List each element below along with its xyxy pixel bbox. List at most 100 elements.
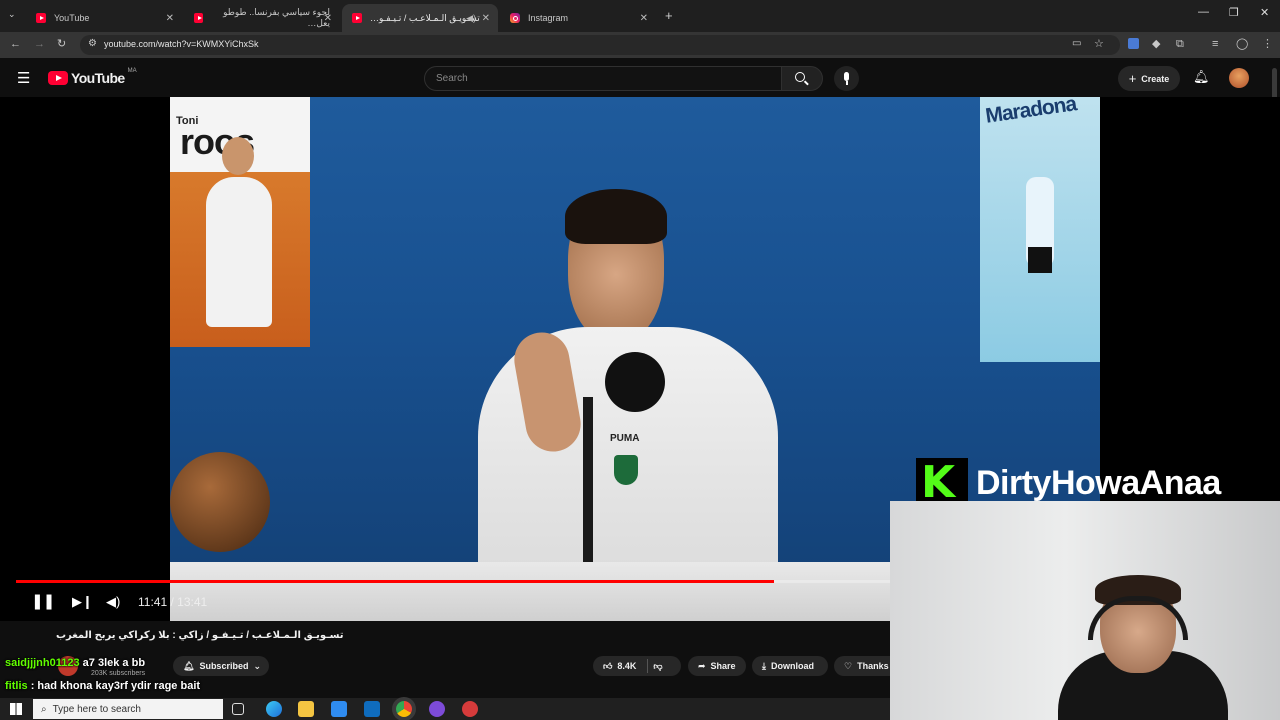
profile-icon[interactable]: ◯ (1236, 37, 1248, 51)
reload-icon[interactable]: ↻ (57, 37, 66, 51)
speaker-icon[interactable]: ◀) (466, 13, 476, 24)
edge-icon[interactable] (266, 701, 282, 717)
close-tab-icon[interactable]: ✕ (482, 13, 490, 24)
browser-tab-strip: ⌄ YouTube ✕ لجوء سياسي بفرنسا.. طوطو يعل… (0, 0, 1280, 32)
search-icon: ⌕ (41, 703, 47, 715)
search-button[interactable] (781, 66, 823, 91)
pause-icon[interactable]: ❚❚ (31, 592, 55, 610)
search-placeholder: Search (436, 73, 468, 84)
video-progress-bar[interactable] (16, 580, 890, 583)
video-controls: ❚❚ ▶❙ ◀) 11:41 / 13:41 (0, 588, 890, 618)
back-icon[interactable]: ← (10, 37, 21, 51)
close-tab-icon[interactable]: ✕ (640, 13, 648, 24)
create-button[interactable]: + Create (1118, 66, 1180, 91)
thumbs-up-icon: 👍︎ (603, 660, 613, 671)
vintage-ball (170, 452, 270, 552)
next-icon[interactable]: ▶❙ (72, 594, 93, 610)
share-icon: ➦ (698, 660, 706, 671)
extensions-puzzle-icon[interactable]: ⧉ (1176, 37, 1184, 51)
taskbar-search-placeholder: Type here to search (52, 703, 141, 715)
youtube-logo[interactable]: YouTube MA (48, 68, 137, 86)
app-icon-red[interactable] (462, 701, 478, 717)
chat-message: saidjjjnh01123 a7 3lek a bb (5, 657, 145, 669)
video-time: 11:41 / 13:41 (138, 595, 208, 609)
forward-icon[interactable]: → (34, 37, 45, 51)
like-button[interactable]: 👍︎ 8.4K 👎︎ (593, 656, 681, 676)
microphone-prop (605, 352, 665, 412)
download-button[interactable]: ⤓ Download (752, 656, 828, 676)
divider (647, 659, 649, 673)
avatar[interactable] (1229, 68, 1249, 88)
minimize-icon[interactable]: — (1198, 6, 1209, 18)
voice-search-button[interactable] (834, 66, 859, 91)
video-letterbox-right (1100, 97, 1280, 517)
subscriber-count: 203K subscribers (91, 670, 146, 677)
media-control-icon[interactable]: ≡ (1212, 37, 1218, 51)
notifications-bell-icon[interactable]: 🔔︎ (1193, 69, 1210, 85)
share-label: Share (710, 661, 736, 671)
file-explorer-icon[interactable] (298, 701, 314, 717)
subscribed-button[interactable]: 🔔︎ Subscribed ⌄ (173, 656, 269, 676)
menu-dots-icon[interactable]: ⋮ (1262, 37, 1273, 51)
download-icon: ⤓ (762, 660, 766, 671)
translate-extension-icon[interactable] (1128, 38, 1139, 49)
microphone-icon (844, 72, 849, 81)
instagram-favicon-icon (510, 13, 520, 23)
chat-username: fitlis (5, 680, 28, 692)
streamer-webcam (890, 501, 1280, 720)
app-icon-purple[interactable] (429, 701, 445, 717)
close-window-icon[interactable]: ✕ (1260, 6, 1269, 19)
restore-icon[interactable]: ❐ (1229, 6, 1239, 19)
close-tab-icon[interactable]: ✕ (166, 13, 174, 24)
site-info-icon[interactable]: ⚙ (88, 38, 97, 49)
cast-icon[interactable]: ▭ (1072, 38, 1081, 49)
chat-text: a7 3lek a bb (82, 657, 146, 669)
video-letterbox-left (0, 97, 170, 621)
presenter-hair (565, 189, 667, 244)
youtube-favicon-icon (352, 13, 362, 23)
subscribed-label: Subscribed (199, 661, 249, 671)
like-count: 8.4K (617, 661, 637, 671)
taskbar-search[interactable]: ⌕ Type here to search (33, 699, 223, 719)
outlook-icon[interactable] (364, 701, 380, 717)
bookmark-star-icon[interactable]: ☆ (1094, 37, 1104, 50)
tab-search-icon[interactable]: ⌄ (8, 9, 16, 20)
tab-label: YouTube (54, 13, 90, 23)
task-view-icon[interactable] (232, 703, 244, 715)
download-label: Download (770, 661, 814, 671)
microphone-stand (583, 397, 593, 567)
region-code: MA (127, 68, 137, 74)
morocco-crest (614, 455, 638, 485)
extension-diamond-icon[interactable]: ◆ (1152, 37, 1160, 51)
address-bar[interactable]: ⚙ youtube.com/watch?v=KWMXYiChxSk ▭ ☆ (80, 35, 1120, 55)
plus-icon: + (1128, 71, 1137, 86)
bell-icon: 🔔︎ (183, 660, 195, 671)
store-icon[interactable] (331, 701, 347, 717)
thumbs-down-icon[interactable]: 👎︎ (653, 661, 662, 672)
chrome-icon[interactable] (396, 701, 412, 717)
url-text[interactable]: youtube.com/watch?v=KWMXYiChxSk (104, 39, 258, 49)
create-label: Create (1141, 73, 1170, 84)
tab-instagram[interactable]: Instagram ✕ (500, 4, 656, 32)
volume-icon[interactable]: ◀) (106, 594, 120, 610)
youtube-wordmark: YouTube (71, 70, 125, 86)
tab-label: تسـويـق الـمـلاعـب / تـيـفـو… (370, 12, 480, 23)
tab-current-video[interactable]: تسـويـق الـمـلاعـب / تـيـفـو… ◀) ✕ (342, 4, 498, 32)
jersey-brand: PUMA (610, 433, 640, 444)
share-button[interactable]: ➦ Share (688, 656, 746, 676)
streamer-name: DirtyHowaAnaa (976, 463, 1221, 502)
new-tab-icon[interactable]: + (665, 8, 673, 23)
thanks-heart-icon: ♡ (844, 660, 853, 671)
windows-start-icon[interactable] (10, 703, 22, 715)
windows-taskbar: ⌕ Type here to search (0, 698, 890, 720)
poster-toni-kroos: Toni roos (170, 97, 310, 347)
close-tab-icon[interactable]: ✕ (324, 13, 332, 24)
tab-label: Instagram (528, 13, 569, 23)
video-title: تسـويـق الـمـلاعـب / تـيـفـو / زاكي : بل… (56, 630, 344, 641)
search-input[interactable]: Search (424, 66, 782, 91)
video-progress-fill (16, 580, 774, 583)
hamburger-menu-icon[interactable]: ☰ (17, 69, 30, 87)
tab-youtube-video-2[interactable]: لجوء سياسي بفرنسا.. طوطو يعل… ✕ (184, 4, 340, 32)
chat-username: saidjjjnh01123 (5, 657, 80, 669)
tab-youtube[interactable]: YouTube ✕ (26, 4, 182, 32)
